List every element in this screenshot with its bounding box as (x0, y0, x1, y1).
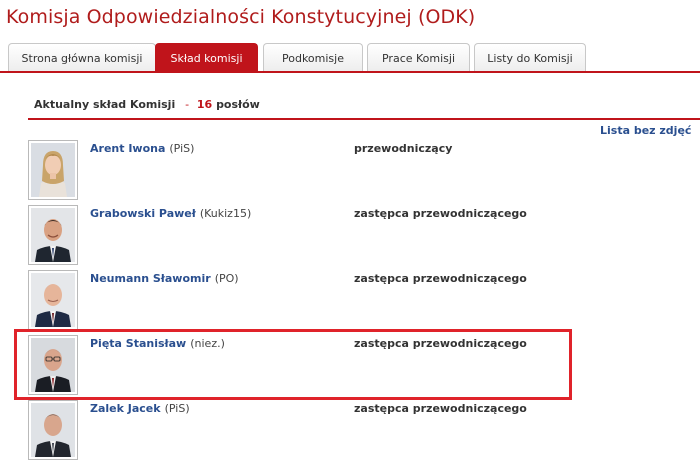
member-row: Zalek Jacek (PiS) zastępca przewodniczące… (28, 400, 700, 462)
tab-bar: Strona główna komisji Skład komisji Podk… (0, 43, 700, 73)
member-name-link[interactable]: Pięta Stanisław (niez.) (90, 337, 225, 350)
member-party: (PiS) (169, 142, 195, 155)
portrait-image (31, 338, 75, 392)
member-role: zastępca przewodniczącego (354, 402, 527, 415)
member-party: (Kukiz15) (199, 207, 252, 220)
member-name: Neumann Sławomir (90, 272, 211, 285)
tab-podkomisje[interactable]: Podkomisje (263, 43, 363, 73)
member-name-link[interactable]: Arent Iwona (PiS) (90, 142, 194, 155)
tab-underline (0, 71, 700, 73)
tab-listy-do-komisji[interactable]: Listy do Komisji (474, 43, 586, 73)
list-without-photos-link[interactable]: Lista bez zdjęć (600, 124, 691, 137)
member-role: zastępca przewodniczącego (354, 337, 527, 350)
member-party: (PiS) (164, 402, 190, 415)
section-dash: - (185, 98, 190, 111)
tab-strona-glowna[interactable]: Strona główna komisji (8, 43, 156, 73)
member-photo[interactable] (28, 205, 78, 265)
member-role: przewodniczący (354, 142, 453, 155)
section-heading: Aktualny skład Komisji (34, 98, 176, 111)
member-name: Zalek Jacek (90, 402, 161, 415)
member-row: Pięta Stanisław (niez.) zastępca przewodn… (28, 335, 700, 397)
tab-prace-komisji[interactable]: Prace Komisji (367, 43, 470, 73)
member-role: zastępca przewodniczącego (354, 207, 527, 220)
member-name-link[interactable]: Neumann Sławomir (PO) (90, 272, 239, 285)
section-divider (28, 118, 700, 120)
member-role: zastępca przewodniczącego (354, 272, 527, 285)
member-name-link[interactable]: Zalek Jacek (PiS) (90, 402, 190, 415)
page-title: Komisja Odpowiedzialności Konstytucyjnej… (6, 6, 476, 28)
member-photo[interactable] (28, 270, 78, 330)
member-photo[interactable] (28, 335, 78, 395)
member-row: Grabowski Paweł (Kukiz15) zastępca przewo… (28, 205, 700, 267)
member-party: (niez.) (190, 337, 225, 350)
member-name-link[interactable]: Grabowski Paweł (Kukiz15) (90, 207, 251, 220)
member-name: Pięta Stanisław (90, 337, 187, 350)
member-name: Grabowski Paweł (90, 207, 196, 220)
portrait-image (31, 273, 75, 327)
portrait-image (31, 208, 75, 262)
member-name: Arent Iwona (90, 142, 166, 155)
member-photo[interactable] (28, 140, 78, 200)
member-count-unit: posłów (216, 98, 260, 111)
member-party: (PO) (214, 272, 239, 285)
member-count: 16 (196, 98, 213, 111)
member-row: Neumann Sławomir (PO) zastępca przewodnic… (28, 270, 700, 332)
tab-sklad-komisji[interactable]: Skład komisji (155, 43, 258, 73)
portrait-image (31, 143, 75, 197)
member-photo[interactable] (28, 400, 78, 460)
section-header: Aktualny skład Komisji - 16 posłów (34, 98, 260, 111)
member-row: Arent Iwona (PiS) przewodniczący (28, 140, 700, 202)
portrait-image (31, 403, 75, 457)
